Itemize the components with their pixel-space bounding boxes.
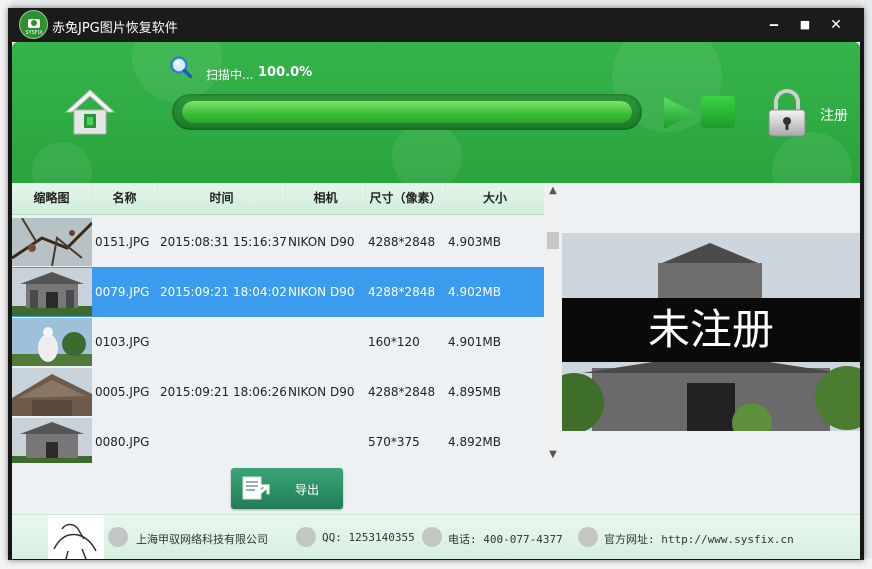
cell-name: 0151.JPG bbox=[95, 235, 150, 249]
client-area: 扫描中... 100.0% 注册 缩略图 名称 时间 相机 尺寸（像素） 大小 … bbox=[12, 42, 860, 560]
cell-size: 4.895MB bbox=[448, 385, 501, 399]
cell-name: 0005.JPG bbox=[95, 385, 150, 399]
footer-company: 上海甲驭网络科技有限公司 bbox=[136, 533, 268, 546]
cell-dimensions: 570*375 bbox=[368, 435, 420, 449]
title-bar: SYSFIX 赤兔JPG图片恢复软件 ‒ ■ ✕ bbox=[8, 8, 864, 42]
register-lock-button[interactable] bbox=[767, 88, 807, 138]
cell-dimensions: 160*120 bbox=[368, 335, 420, 349]
thumbnail-temple-gate bbox=[12, 268, 92, 316]
phone-icon bbox=[422, 527, 442, 547]
table-row[interactable]: 0103.JPG 160*120 4.901MB bbox=[12, 317, 544, 367]
cell-size: 4.903MB bbox=[448, 235, 501, 249]
scan-status-label: 扫描中... bbox=[206, 68, 254, 82]
thumbnail-statue bbox=[12, 318, 92, 366]
register-link[interactable]: 注册 bbox=[820, 105, 848, 125]
cell-size: 4.902MB bbox=[448, 285, 501, 299]
table-row[interactable]: 0151.JPG 2015:08:31 15:16:37 NIKON D90 4… bbox=[12, 217, 544, 267]
file-table: 缩略图 名称 时间 相机 尺寸（像素） 大小 0151.JPG 2015:08:… bbox=[12, 183, 562, 463]
footer-phone: 电话: 400-077-4377 bbox=[448, 533, 563, 546]
cell-name: 0079.JPG bbox=[95, 285, 150, 299]
cell-size: 4.892MB bbox=[448, 435, 501, 449]
table-scrollbar[interactable]: ▲ ▼ bbox=[544, 183, 562, 463]
cell-time: 2015:09:21 18:06:26 bbox=[160, 385, 287, 399]
thumbnail-tree-branches bbox=[12, 218, 92, 266]
stop-scan-button[interactable] bbox=[701, 96, 735, 128]
thumbnail-pagoda-roof bbox=[12, 368, 92, 416]
cell-name: 0103.JPG bbox=[95, 335, 150, 349]
scan-progress-bar bbox=[172, 94, 642, 130]
home-button[interactable] bbox=[64, 86, 116, 138]
column-header-time[interactable]: 时间 bbox=[158, 183, 286, 214]
table-row[interactable]: 0005.JPG 2015:09:21 18:06:26 NIKON D90 4… bbox=[12, 367, 544, 417]
cell-camera: NIKON D90 bbox=[288, 385, 355, 399]
cell-name: 0080.JPG bbox=[95, 435, 150, 449]
building-icon bbox=[108, 527, 128, 547]
scan-progress-fill bbox=[182, 101, 632, 123]
table-row-selected[interactable]: 0079.JPG 2015:09:21 18:04:02 NIKON D90 4… bbox=[12, 267, 544, 317]
minimize-button[interactable]: ‒ bbox=[764, 15, 784, 35]
column-header-dimensions[interactable]: 尺寸（像素） bbox=[366, 183, 446, 214]
close-button[interactable]: ✕ bbox=[826, 15, 846, 35]
column-header-camera[interactable]: 相机 bbox=[286, 183, 366, 214]
cell-camera: NIKON D90 bbox=[288, 285, 355, 299]
cell-dimensions: 4288*2848 bbox=[368, 235, 436, 249]
export-button[interactable]: 导出 bbox=[231, 468, 343, 509]
column-header-thumbnail[interactable]: 缩略图 bbox=[12, 183, 92, 214]
maximize-button[interactable]: ■ bbox=[795, 15, 815, 35]
play-icon bbox=[664, 97, 695, 129]
table-header: 缩略图 名称 时间 相机 尺寸（像素） 大小 bbox=[12, 183, 544, 215]
column-header-name[interactable]: 名称 bbox=[92, 183, 158, 214]
footer-qq: QQ: 1253140355 bbox=[322, 531, 415, 544]
home-icon bbox=[64, 89, 116, 135]
window-title: 赤兔JPG图片恢复软件 bbox=[52, 21, 178, 36]
cell-dimensions: 4288*2848 bbox=[368, 285, 436, 299]
company-logo bbox=[48, 515, 104, 560]
scrollbar-thumb[interactable] bbox=[547, 232, 559, 249]
cell-time: 2015:09:21 18:04:02 bbox=[160, 285, 287, 299]
scan-percent: 100.0% bbox=[258, 65, 313, 80]
globe-icon bbox=[578, 527, 598, 547]
qq-icon bbox=[296, 527, 316, 547]
app-logo-icon: SYSFIX bbox=[19, 10, 48, 39]
scroll-down-icon[interactable]: ▼ bbox=[544, 447, 562, 463]
thumbnail-temple-gate bbox=[12, 418, 92, 463]
cell-camera: NIKON D90 bbox=[288, 235, 355, 249]
table-row[interactable]: 0080.JPG 570*375 4.892MB bbox=[12, 417, 544, 463]
image-preview: 未注册 bbox=[562, 233, 860, 431]
footer-website[interactable]: 官方网址: http://www.sysfix.cn bbox=[604, 531, 794, 547]
cell-time: 2015:08:31 15:16:37 bbox=[160, 235, 287, 249]
export-icon bbox=[242, 476, 270, 500]
cell-size: 4.901MB bbox=[448, 335, 501, 349]
cell-dimensions: 4288*2848 bbox=[368, 385, 436, 399]
scroll-up-icon[interactable]: ▲ bbox=[544, 183, 562, 199]
unregistered-watermark: 未注册 bbox=[562, 298, 860, 362]
app-window: SYSFIX 赤兔JPG图片恢复软件 ‒ ■ ✕ 扫描中... 100.0% 注… bbox=[8, 8, 864, 560]
start-scan-button[interactable] bbox=[662, 96, 696, 130]
column-header-size[interactable]: 大小 bbox=[446, 183, 544, 214]
footer-bar: 上海甲驭网络科技有限公司 QQ: 1253140355 电话: 400-077-… bbox=[12, 514, 860, 560]
export-label: 导出 bbox=[295, 483, 320, 497]
app-logo-tag: SYSFIX bbox=[25, 30, 43, 36]
magnifier-icon bbox=[170, 56, 192, 78]
toolbar-header: 扫描中... 100.0% 注册 bbox=[12, 42, 860, 183]
lock-icon bbox=[768, 89, 806, 137]
